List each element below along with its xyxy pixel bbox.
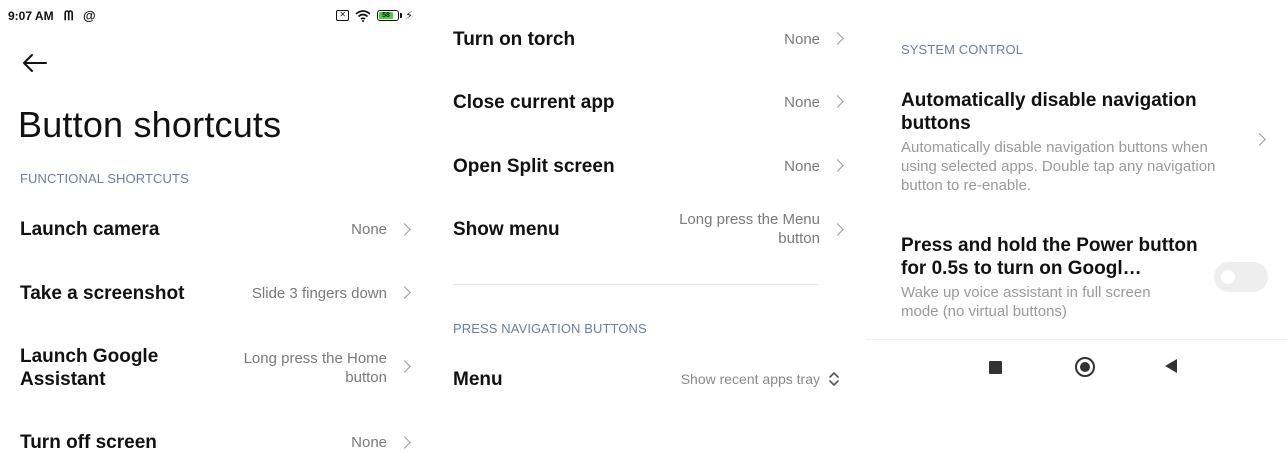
setting-value: None	[351, 434, 387, 451]
setting-row-turn-on-torch[interactable]: Turn on torch None	[453, 28, 820, 51]
section-header-functional-shortcuts: FUNCTIONAL SHORTCUTS	[20, 171, 189, 186]
chevron-right-icon	[831, 223, 844, 236]
setting-value: None	[784, 31, 820, 48]
battery-level: 58	[379, 12, 393, 19]
battery-icon: 58	[377, 10, 403, 21]
chevron-right-icon	[398, 436, 411, 449]
setting-label: Turn off screen	[20, 432, 157, 453]
setting-value: Long press the Menu button	[679, 211, 820, 247]
setting-label: Launch camera	[20, 219, 160, 240]
chevron-right-icon	[831, 32, 844, 45]
setting-row-open-split-screen[interactable]: Open Split screen None	[453, 155, 820, 178]
setting-row-take-screenshot[interactable]: Take a screenshot Slide 3 fingers down	[20, 282, 387, 305]
setting-row-show-menu[interactable]: Show menu Long press the Menu button	[453, 210, 820, 248]
back-arrow-icon[interactable]	[20, 50, 50, 76]
setting-row-turn-off-screen[interactable]: Turn off screen None	[20, 431, 387, 453]
section-header-system-control: SYSTEM CONTROL	[901, 42, 1024, 57]
setting-value: None	[351, 221, 387, 238]
section-header-press-navigation-buttons: PRESS NAVIGATION BUTTONS	[453, 321, 647, 336]
setting-label: Menu	[453, 369, 503, 390]
chevron-right-icon	[1253, 133, 1266, 146]
status-time: 9:07 AM	[8, 9, 54, 23]
home-circle-icon[interactable]	[1075, 357, 1095, 377]
page-title: Button shortcuts	[18, 104, 282, 145]
setting-value: None	[784, 158, 820, 175]
setting-label: Close current app	[453, 92, 615, 113]
setting-value: Slide 3 fingers down	[251, 285, 387, 302]
setting-row-menu[interactable]: Menu Show recent apps tray	[453, 368, 820, 391]
setting-title: Automatically disable navigation buttons	[901, 90, 1197, 134]
setting-label: Turn on torch	[453, 29, 576, 50]
status-icons: ✕ 58 ⚡	[336, 9, 413, 22]
setting-label: Open Split screen	[453, 156, 615, 177]
setting-description: Wake up voice assistant in full screen m…	[901, 284, 1151, 320]
chevron-right-icon	[831, 159, 844, 172]
panel-button-shortcuts-top: 9:07 AM ᗰ @ ✕ 58 ⚡ Button shortcuts FUNC…	[0, 0, 429, 453]
setting-value: None	[784, 94, 820, 111]
notification-m-icon: ᗰ	[64, 8, 74, 23]
chevron-right-icon	[398, 360, 411, 373]
setting-value: Long press the Home button	[243, 350, 387, 386]
setting-label: Show menu	[453, 218, 560, 240]
panel-button-shortcuts-middle: Turn on torch None Close current app Non…	[433, 0, 862, 453]
system-navigation-bar	[866, 339, 1287, 391]
setting-label: Take a screenshot	[20, 283, 185, 304]
setting-value: Show recent apps tray	[680, 371, 820, 387]
divider	[453, 284, 818, 285]
back-triangle-icon[interactable]	[1165, 359, 1177, 373]
toggle-knob	[1221, 270, 1235, 284]
wifi-icon	[355, 9, 371, 22]
setting-row-launch-google-assistant[interactable]: Launch Google Assistant Long press the H…	[20, 345, 387, 391]
setting-row-close-current-app[interactable]: Close current app None	[453, 91, 820, 114]
charging-bolt-icon: ⚡	[405, 10, 413, 22]
chevron-right-icon	[398, 286, 411, 299]
up-down-chevron-icon	[829, 372, 839, 386]
setting-description: Automatically disable navigation buttons…	[901, 139, 1216, 194]
no-sim-icon: ✕	[336, 10, 350, 21]
setting-label: Launch Google Assistant	[20, 346, 159, 390]
power-hold-toggle[interactable]	[1214, 262, 1268, 292]
notification-at-icon: @	[83, 8, 96, 23]
chevron-right-icon	[398, 223, 411, 236]
setting-row-launch-camera[interactable]: Launch camera None	[20, 218, 387, 241]
setting-title: Press and hold the Power button for 0.5s…	[901, 235, 1198, 279]
panel-system-control: SYSTEM CONTROL Automatically disable nav…	[866, 0, 1287, 453]
recents-square-icon[interactable]	[989, 361, 1002, 374]
chevron-right-icon	[831, 95, 844, 108]
status-bar: 9:07 AM ᗰ @ ✕ 58 ⚡	[8, 8, 413, 25]
